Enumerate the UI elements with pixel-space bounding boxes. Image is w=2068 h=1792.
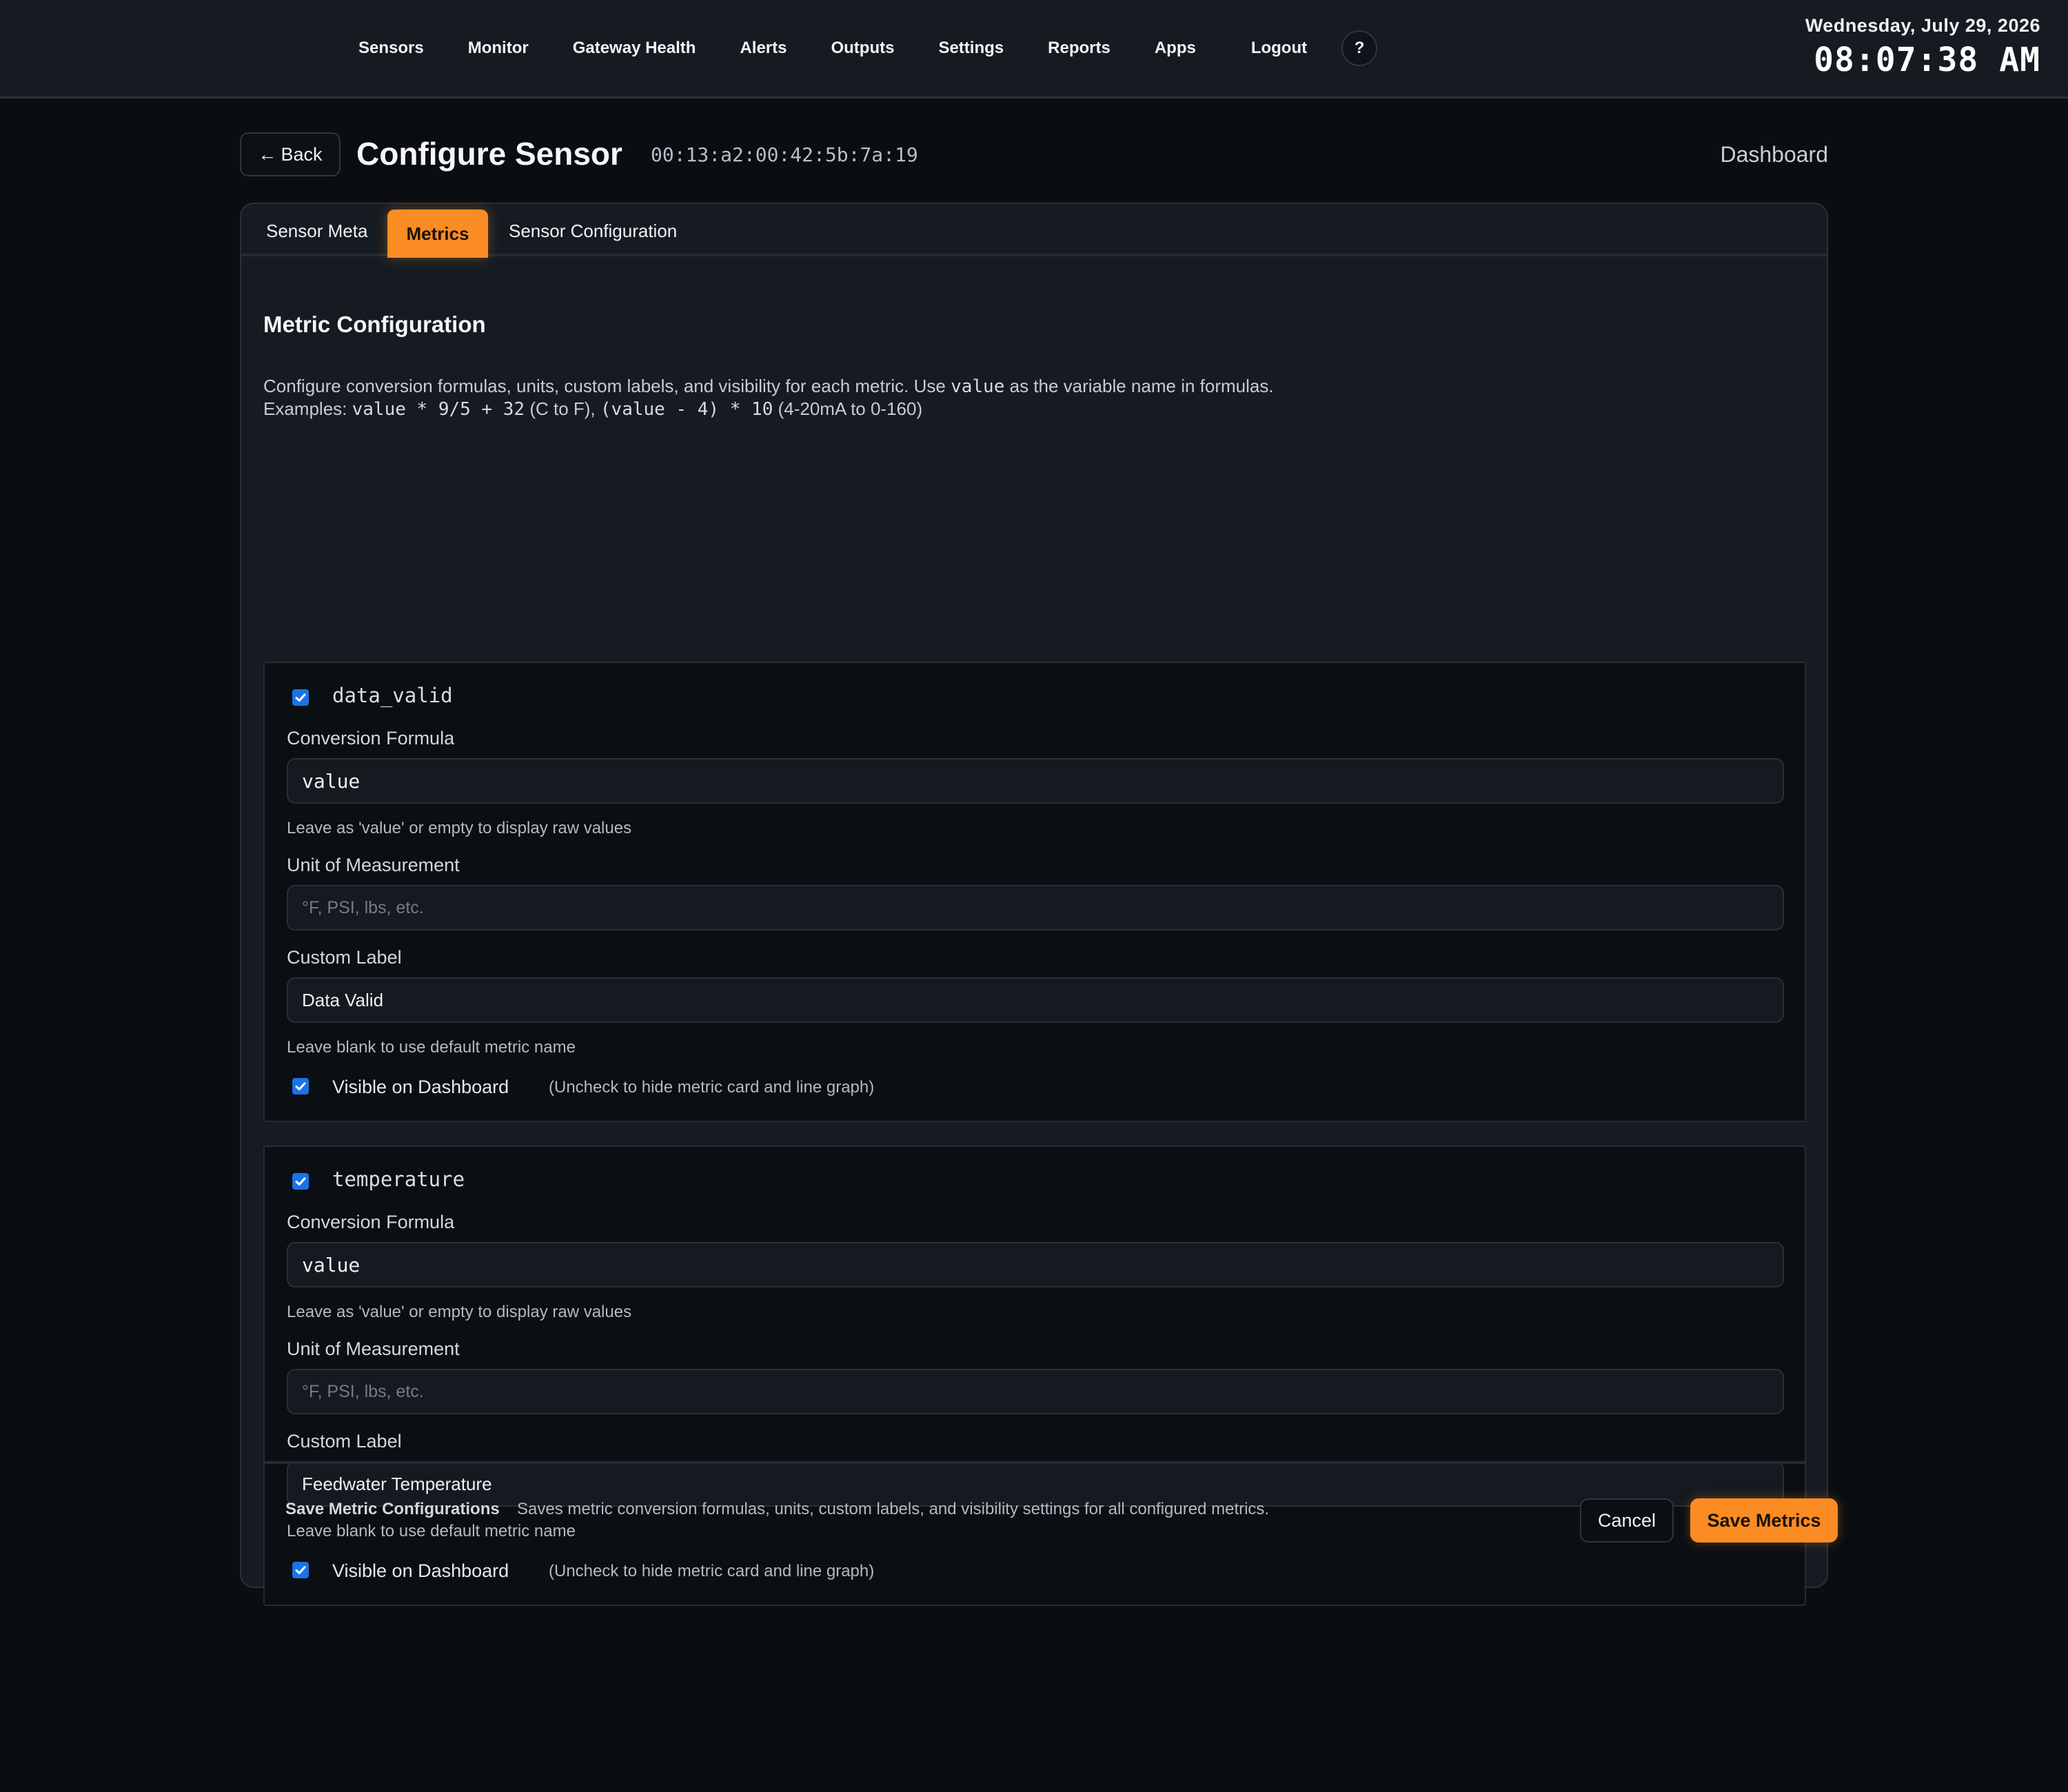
save-metrics-button[interactable]: Save Metrics	[1690, 1498, 1838, 1542]
page-title: Configure Sensor	[356, 136, 622, 172]
help-button[interactable]: ?	[1341, 30, 1378, 66]
nav-settings[interactable]: Settings	[938, 39, 1004, 58]
save-footer-title: Save Metric Configurations	[285, 1500, 500, 1518]
clock-time: 08:07:38 AM	[1814, 41, 2040, 79]
nav-sensors[interactable]: Sensors	[358, 39, 424, 58]
top-nav-bar: Sensors Monitor Gateway Health Alerts Ou…	[0, 0, 2068, 99]
sensor-id: 00:13:a2:00:42:5b:7a:19	[651, 143, 918, 166]
back-button[interactable]: ← Back	[240, 132, 341, 176]
save-footer: Save Metric Configurations Saves metric …	[263, 204, 1838, 1587]
dashboard-link[interactable]: Dashboard	[1720, 142, 1828, 167]
clock: Wednesday, July 29, 2026 08:07:38 AM	[1805, 15, 2040, 79]
nav-gateway-health[interactable]: Gateway Health	[573, 39, 696, 58]
nav-alerts[interactable]: Alerts	[740, 39, 787, 58]
nav-links: Sensors Monitor Gateway Health Alerts Ou…	[358, 0, 1378, 96]
nav-apps[interactable]: Apps	[1155, 39, 1196, 58]
save-footer-description: Saves metric conversion formulas, units,…	[517, 1500, 1270, 1518]
clock-date: Wednesday, July 29, 2026	[1805, 15, 2040, 36]
nav-outputs[interactable]: Outputs	[831, 39, 894, 58]
nav-monitor[interactable]: Monitor	[468, 39, 529, 58]
footer-divider	[263, 1461, 1806, 1464]
cancel-button[interactable]: Cancel	[1580, 1498, 1674, 1542]
arrow-left-icon: ←	[258, 143, 277, 165]
nav-reports[interactable]: Reports	[1048, 39, 1111, 58]
back-button-label: Back	[281, 143, 323, 165]
nav-logout[interactable]: Logout	[1251, 39, 1307, 58]
configure-sensor-card: Sensor Meta Metrics Sensor Configuration…	[240, 203, 1838, 1606]
